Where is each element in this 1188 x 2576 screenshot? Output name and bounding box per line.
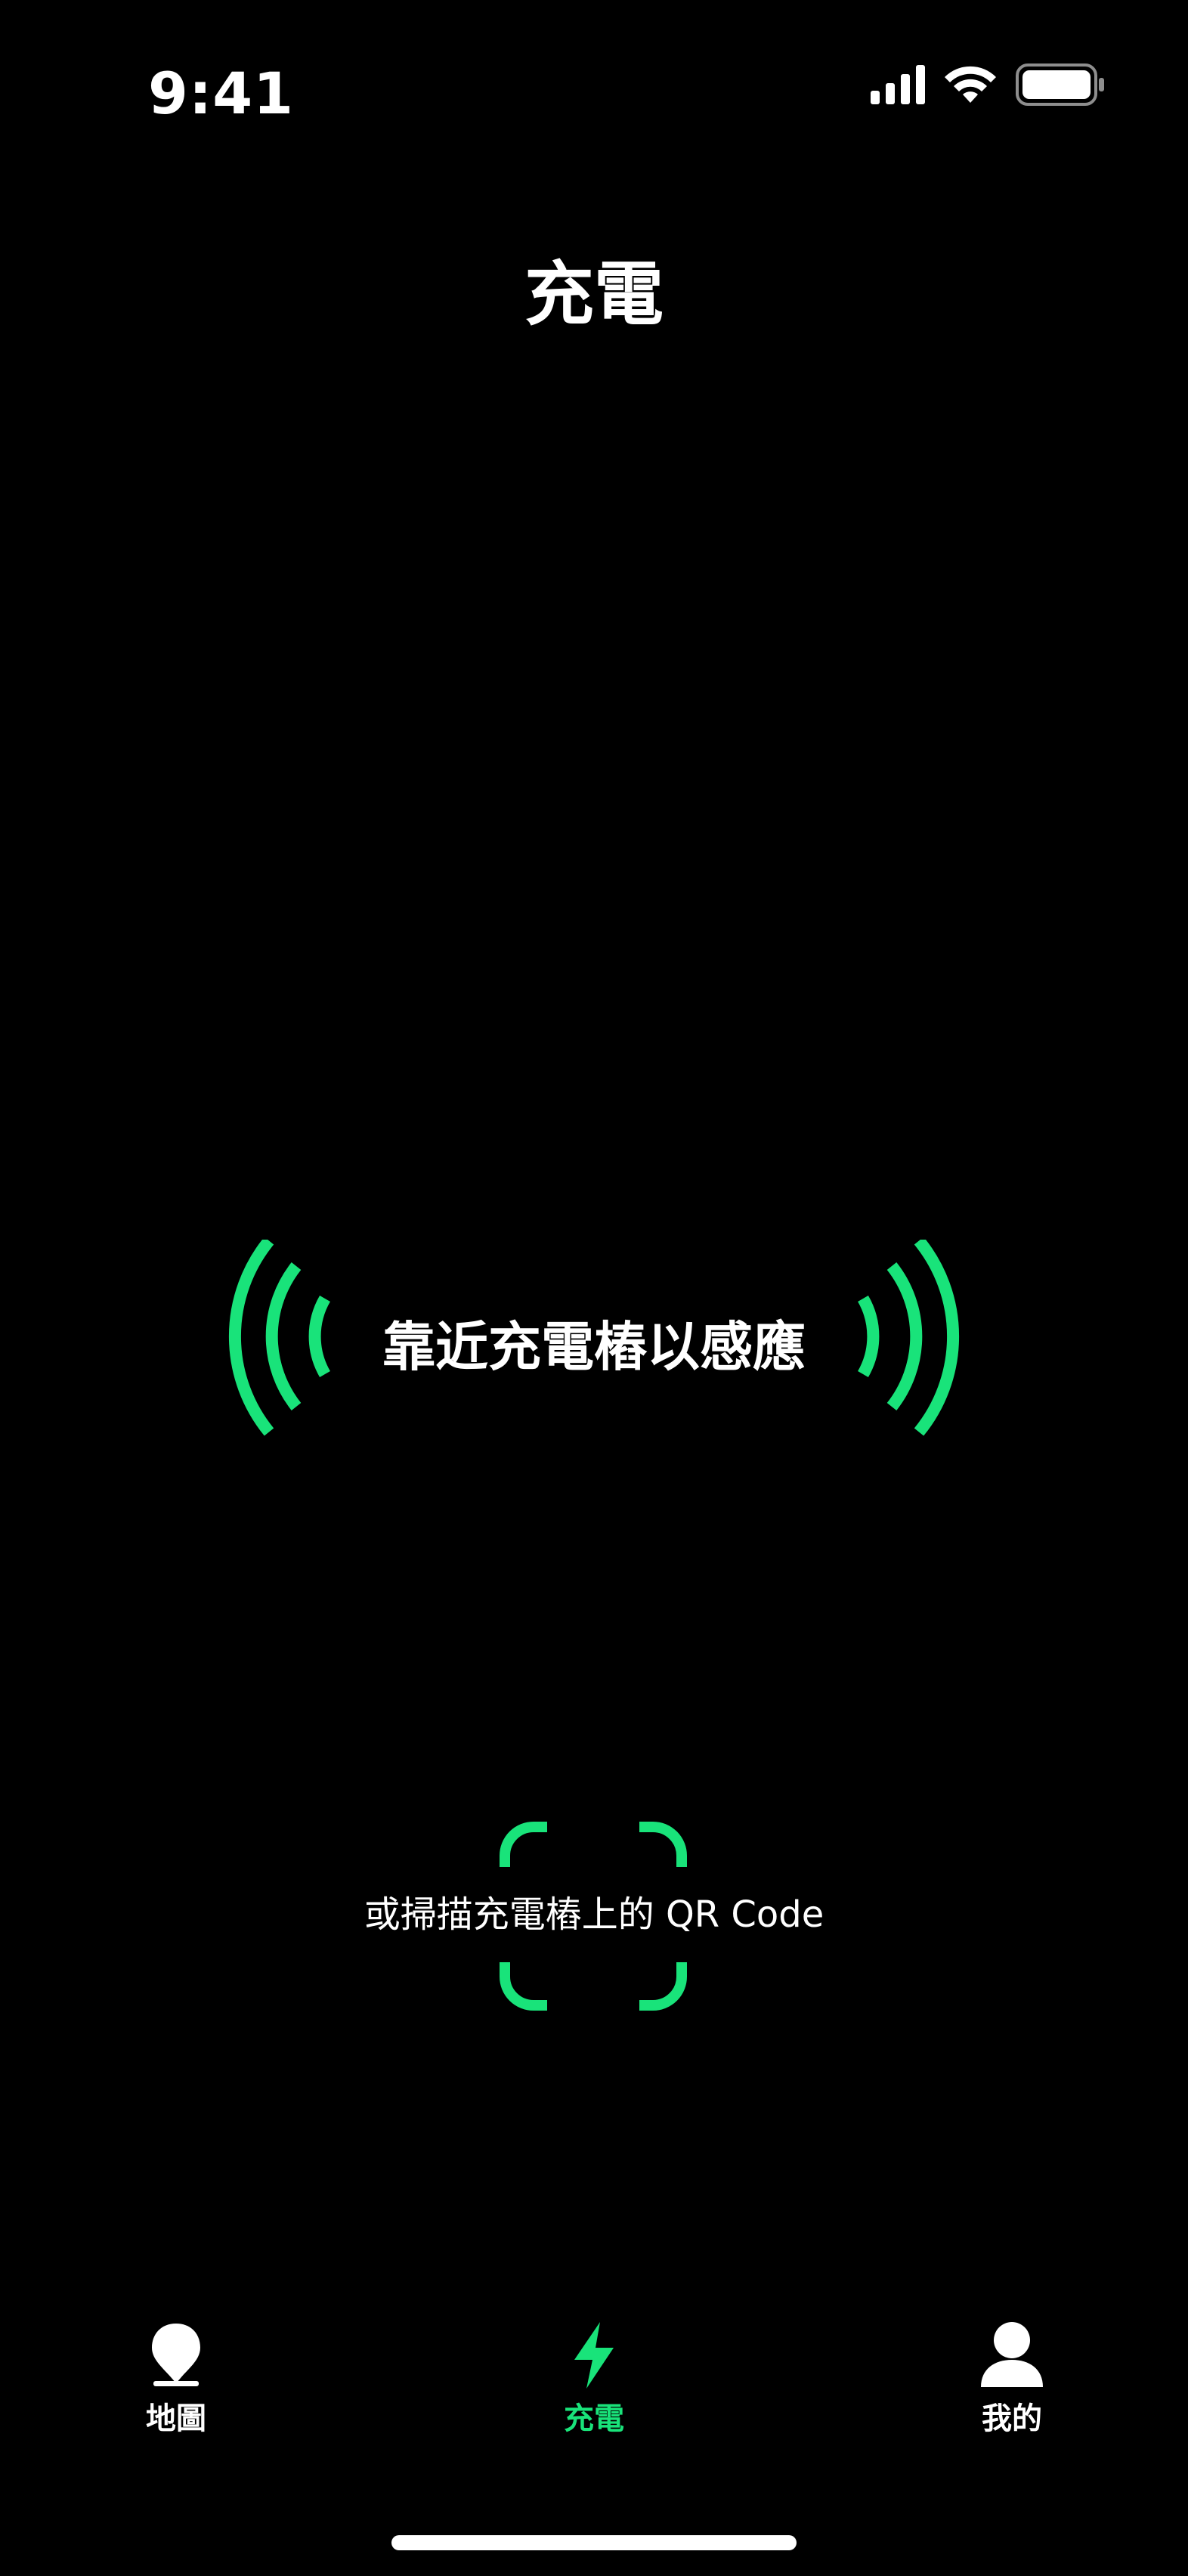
tab-mine-label: 我的 bbox=[982, 2401, 1042, 2436]
tab-map[interactable]: 地圖 bbox=[85, 2321, 267, 2457]
home-indicator[interactable] bbox=[391, 2535, 797, 2550]
wifi-icon bbox=[945, 66, 996, 103]
tab-charge-label: 充電 bbox=[564, 2401, 624, 2436]
lightning-bolt-icon bbox=[574, 2322, 614, 2389]
page-title: 充電 bbox=[524, 254, 664, 335]
qr-prompt-text: 或掃描充電樁上的 QR Code bbox=[364, 1893, 824, 1936]
status-time: 9:41 bbox=[148, 60, 295, 127]
tab-mine[interactable]: 我的 bbox=[921, 2321, 1103, 2457]
nfc-prompt-text: 靠近充電樁以感應 bbox=[382, 1316, 806, 1378]
person-icon bbox=[981, 2322, 1043, 2387]
cellular-signal-icon bbox=[871, 65, 925, 104]
battery-icon bbox=[1016, 63, 1104, 106]
tab-charge[interactable]: 充電 bbox=[503, 2321, 685, 2457]
map-pin-icon bbox=[152, 2324, 200, 2386]
tab-map-label: 地圖 bbox=[146, 2401, 206, 2436]
